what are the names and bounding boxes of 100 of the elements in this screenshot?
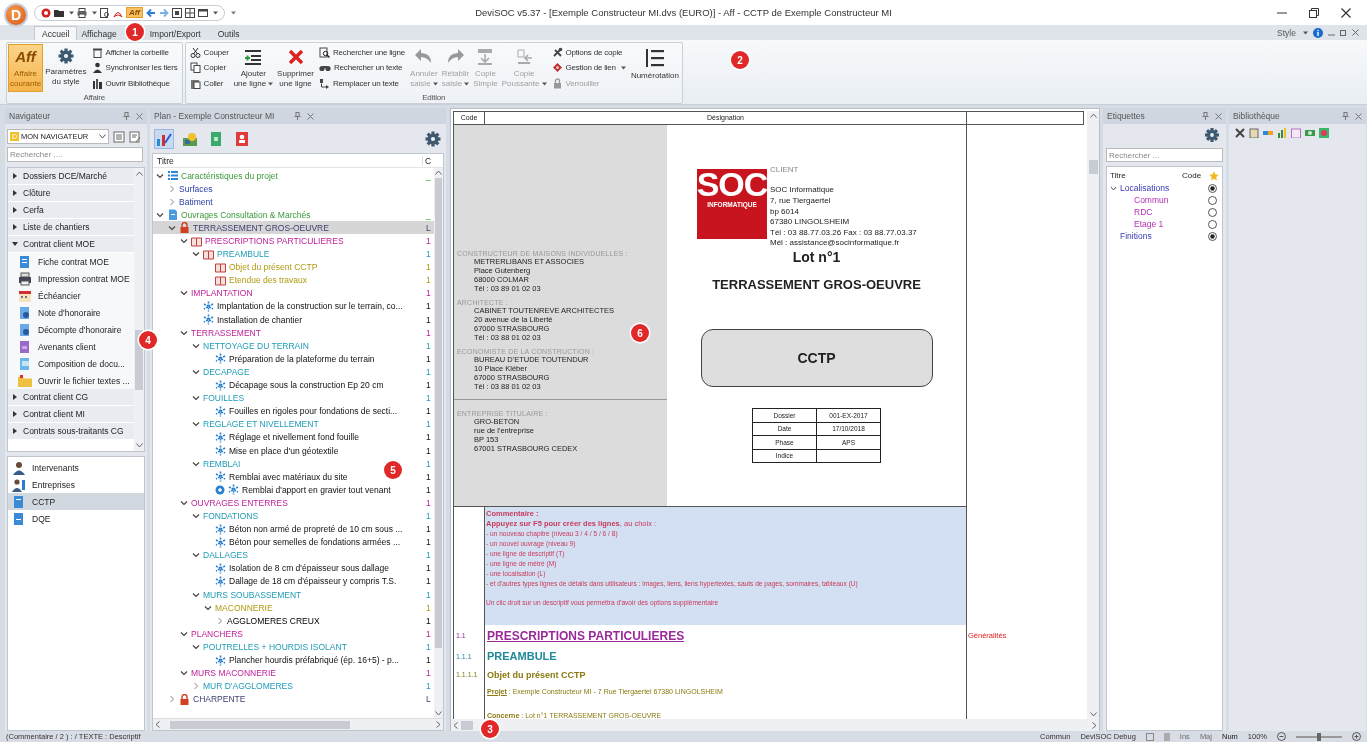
scrollbar-thumb[interactable] (1088, 160, 1098, 174)
navigator-item[interactable]: Ouvrir le fichier textes ... (8, 372, 134, 389)
module-item[interactable]: Entreprises (8, 476, 144, 493)
navigator-group[interactable]: Clôture (8, 185, 134, 202)
radio-button[interactable] (1208, 207, 1217, 217)
tree-label[interactable]: Mise en place d'un géotextile (229, 445, 339, 456)
radio-button[interactable] (1208, 183, 1217, 193)
scroll-up-icon[interactable] (435, 170, 442, 175)
chevron-down-icon[interactable] (192, 367, 200, 376)
navigator-group[interactable]: Contrats sous-traitants CG (8, 423, 134, 440)
zoom-slider-thumb[interactable] (1317, 732, 1321, 741)
tree-label[interactable]: Fouilles en rigoles pour fondations de secti... (229, 406, 398, 417)
chevron-down-icon[interactable] (204, 603, 212, 612)
pin-icon[interactable] (1342, 112, 1349, 120)
ribbon-menu-item[interactable]: Copier (188, 62, 230, 74)
chevron-down-icon[interactable] (156, 210, 164, 219)
chevron-down-icon[interactable] (192, 590, 200, 599)
tree-label[interactable]: TERRASSEMENT GROS-OEUVRE (193, 222, 329, 233)
radio-button[interactable] (1208, 195, 1217, 205)
chevron-down-icon[interactable] (180, 237, 188, 245)
scroll-left-icon[interactable] (155, 721, 160, 728)
tree-label[interactable]: Béton non armé de propreté de 10 cm sous ... (229, 524, 403, 535)
tree-label[interactable]: Surfaces (179, 183, 213, 194)
ribbon-tab[interactable]: Affichage (79, 26, 119, 40)
printer-icon[interactable] (77, 7, 87, 18)
chevron-down-icon[interactable] (192, 341, 200, 350)
tree-label[interactable]: MURS MACONNERIE (191, 668, 276, 679)
chevron-down-icon[interactable] (180, 629, 188, 638)
navigator-item[interactable]: Composition de docu... (8, 355, 134, 372)
settings-icon[interactable] (424, 129, 442, 148)
navigator-item[interactable]: Décompte d'honoraire (8, 321, 134, 338)
tools-icon[interactable] (1235, 128, 1245, 138)
ribbon-menu-item[interactable]: Options de copie (550, 47, 627, 59)
selected-row[interactable]: TERRASSEMENT GROS-OEUVRE L (153, 221, 434, 235)
record-icon[interactable] (41, 7, 51, 18)
tree-label[interactable]: PRESCRIPTIONS PARTICULIERES (205, 236, 344, 246)
tree-label[interactable]: OUVRAGES ENTERRES (191, 497, 288, 508)
chevron-down-icon[interactable] (192, 459, 200, 468)
pin-icon[interactable] (1202, 112, 1209, 120)
scroll-up-icon[interactable] (135, 171, 143, 176)
window-icon[interactable] (197, 7, 208, 18)
chevron-down-icon[interactable] (180, 328, 188, 337)
scroll-down-icon[interactable] (135, 443, 143, 448)
ribbon-menu-item[interactable]: Rechercher une ligne (318, 47, 407, 59)
preview-icon[interactable] (100, 7, 110, 18)
module-item[interactable]: DQE (8, 510, 144, 527)
scroll-up-icon[interactable] (1089, 113, 1097, 118)
frame-icon[interactable] (171, 7, 182, 18)
edit-list-icon[interactable] (129, 130, 141, 143)
navigator-group[interactable]: Cerfa (8, 202, 134, 219)
navigator-item[interactable]: Échéancier (8, 287, 134, 304)
tree-label[interactable]: PLANCHERS (191, 628, 243, 639)
chevron-down-icon[interactable] (168, 223, 176, 232)
navigator-group[interactable]: Liste de chantiers (8, 219, 134, 236)
navigator-item[interactable]: Fiche contrat MOE (8, 253, 134, 270)
tree-label[interactable]: Remblai d'apport en gravier tout venant (242, 484, 391, 495)
radio-button[interactable] (1208, 231, 1217, 241)
back-arrow-icon[interactable] (145, 7, 156, 18)
ribbon-menu-item[interactable]: Couper (188, 47, 230, 59)
chevron-down-icon[interactable] (192, 394, 200, 403)
scroll-left-icon[interactable] (453, 722, 458, 729)
info-icon[interactable] (1313, 27, 1323, 38)
tree-label[interactable]: Décapage sous la construction Ep 20 cm (229, 380, 384, 391)
search-field[interactable]: Rechercher ... (1106, 148, 1223, 162)
scrollbar-thumb[interactable] (135, 329, 143, 390)
ribbon-menu-item[interactable]: Rechercher un texte (318, 62, 407, 74)
affaire-button[interactable]: Aff (126, 7, 143, 18)
tree-label[interactable]: Préparation de la plateforme du terrain (229, 353, 375, 364)
clipboard-icon[interactable] (1249, 128, 1259, 138)
tree-label[interactable]: Plancher hourdis préfabriqué (ép. 16+5) - p... (229, 655, 399, 665)
scrollbar-thumb[interactable] (461, 721, 473, 730)
module-item[interactable]: CCTP (8, 493, 144, 510)
ribbon-menu-item[interactable]: Synchroniser les tiers (90, 62, 179, 74)
chevron-down-icon[interactable] (180, 498, 188, 507)
tree-label[interactable]: AGGLOMERES CREUX (227, 615, 320, 626)
chevron-down-icon[interactable] (192, 642, 200, 651)
ribbon-tab[interactable]: Outils (207, 26, 250, 40)
chevron-down-icon[interactable] (192, 512, 200, 520)
tree-label[interactable]: Implantation de la construction sur le terrain, co... (217, 301, 403, 312)
restore-icon[interactable] (1309, 7, 1319, 18)
folder-icon[interactable] (54, 7, 64, 18)
ribbon-button[interactable]: Numérotation (628, 44, 681, 92)
navigator-group[interactable]: Contrat client CG (8, 389, 134, 406)
scroll-down-icon[interactable] (435, 711, 442, 716)
tree-label[interactable]: Remblai avec matériaux du site (229, 471, 348, 482)
tree-label[interactable]: Réglage et nivellement fond fouille (229, 432, 359, 443)
zoom-out-icon[interactable] (1277, 732, 1286, 741)
style-menu[interactable]: Style (1277, 27, 1296, 38)
customize-caret-icon[interactable] (230, 10, 236, 15)
scrollbar-thumb[interactable] (435, 178, 442, 648)
grid-icon[interactable] (184, 7, 195, 18)
scroll-down-icon[interactable] (1089, 712, 1097, 717)
list-view-icon[interactable] (113, 130, 125, 143)
close-icon[interactable] (1341, 7, 1351, 18)
chevron-down-icon[interactable] (192, 250, 200, 259)
settings-icon[interactable] (1204, 127, 1220, 143)
scrollbar-thumb[interactable] (170, 720, 350, 729)
chevron-down-icon[interactable] (192, 420, 200, 429)
module-item[interactable]: Intervenants (8, 459, 144, 476)
layout-icon[interactable] (1145, 732, 1154, 741)
